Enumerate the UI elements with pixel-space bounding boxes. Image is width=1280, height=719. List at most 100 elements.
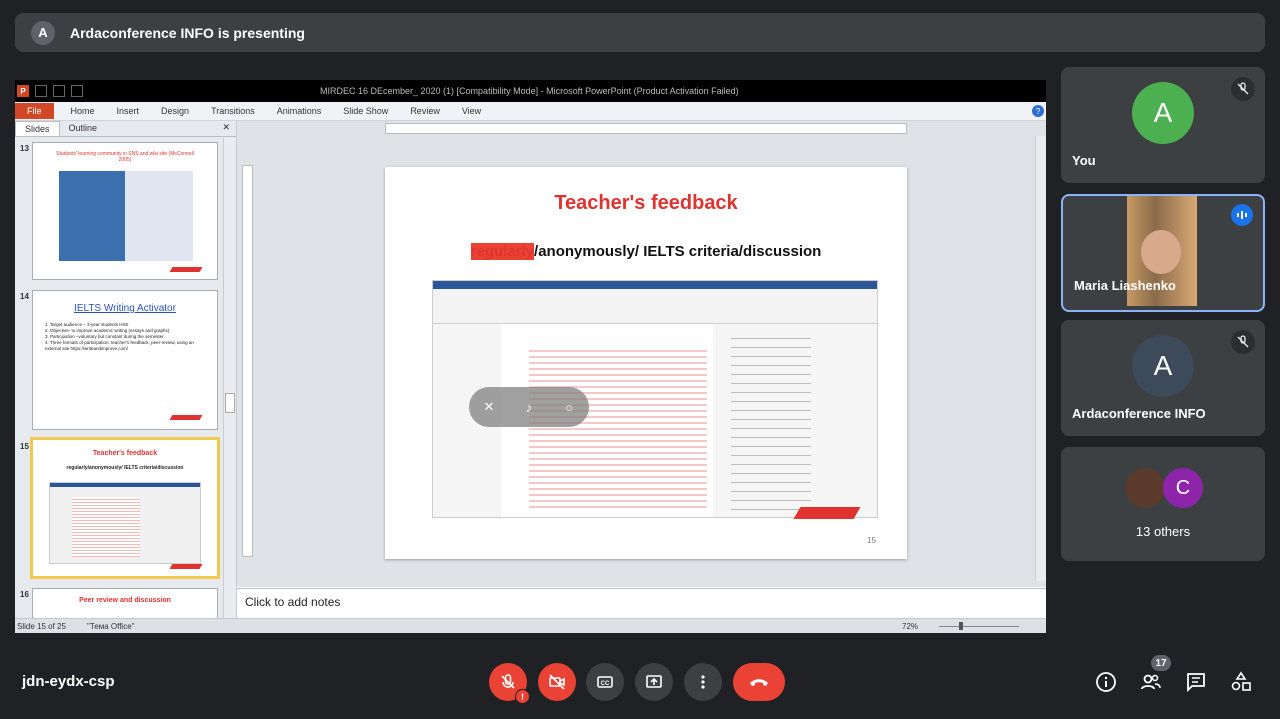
mute-icon: ♪ (525, 399, 533, 415)
vertical-ruler (242, 165, 253, 557)
menu-insert: Insert (116, 106, 140, 116)
mic-off-icon (1231, 77, 1255, 101)
thumb-number: 14 (20, 292, 29, 301)
thumb-title: Students' learning community in SNS and … (56, 151, 194, 163)
undo-icon (53, 85, 65, 97)
close-panel-icon: ✕ (222, 122, 230, 132)
zoom-slider-knob (959, 622, 963, 630)
thumb-logo-shape (169, 267, 203, 272)
participant-tile-you[interactable]: A You (1061, 67, 1265, 183)
logo-shape (793, 507, 861, 519)
document-comments (721, 324, 821, 517)
thumb-title: IELTS Writing Activator (74, 303, 176, 314)
meeting-details-button[interactable] (1094, 670, 1118, 694)
ppt-window-title: MIRDEC 16 DEcember_ 2020 (1) [Compatibil… (320, 86, 739, 96)
menu-transitions: Transitions (211, 106, 255, 116)
presenting-banner: A Ardaconference INFO is presenting (15, 13, 1265, 52)
slide-thumbnail: IELTS Writing Activator 1. Target audien… (32, 290, 218, 430)
slide-thumbnail: Students' learning community in SNS and … (32, 142, 218, 280)
ppt-statusbar: Slide 15 of 25 "Тема Office" 72% (15, 618, 1046, 633)
participant-tile-speaking[interactable]: Maria Liashenko (1061, 194, 1265, 312)
others-label: 13 others (1135, 524, 1191, 539)
menu-view: View (461, 106, 482, 116)
presenting-text: Ardaconference INFO is presenting (70, 24, 305, 41)
mic-toggle-button[interactable]: ! (489, 663, 530, 704)
thumb-subtitle: regularly/anonymously/ IELTS criteria/di… (66, 465, 184, 471)
slides-panel: Slides Outline ✕ 13 Students' learning c… (15, 121, 237, 618)
zoom-level: 72% (902, 622, 919, 631)
panel-scrollbar (223, 138, 235, 618)
shared-screen: P MIRDEC 16 DEcember_ 2020 (1) [Compatib… (15, 80, 1046, 633)
current-slide: Teacher's feedback regularly/anonymously… (385, 167, 907, 559)
subtitle-rest: /anonymously/ IELTS criteria/discussion (534, 243, 822, 260)
participant-avatar: A (1132, 82, 1194, 144)
slide-subtitle: regularly/anonymously/ IELTS criteria/di… (385, 243, 907, 260)
meeting-controls: jdn-eydx-csp ! CC 17 (0, 650, 1280, 719)
notes-pane: Click to add notes (237, 588, 1046, 617)
thumb-bullets: 1. Target audience – 3-year students HSE… (33, 314, 217, 352)
slide-title: Teacher's feedback (554, 192, 738, 214)
slide-thumbnail-selected: Teacher's feedback regularly/anonymously… (30, 437, 220, 579)
zoom-slider (939, 626, 1019, 627)
captions-button[interactable]: CC (586, 663, 624, 701)
mic-off-icon (1231, 330, 1255, 354)
leave-call-button[interactable] (733, 663, 785, 701)
mic-warning-icon: ! (515, 689, 530, 704)
menu-home: Home (70, 106, 95, 116)
thumb-table (59, 171, 125, 261)
participant-name: You (1072, 153, 1096, 168)
participant-avatar: A (1132, 335, 1194, 397)
thumb-title: Teacher's feedback (92, 450, 158, 457)
menu-review: Review (410, 106, 440, 116)
horizontal-ruler (385, 123, 907, 134)
menu-animations: Animations (276, 106, 322, 116)
participant-tile-presenter[interactable]: A Ardaconference INFO (1061, 320, 1265, 436)
notes-placeholder: Click to add notes (245, 595, 341, 609)
thumb-number: 16 (20, 590, 29, 599)
more-icon: ○ (565, 399, 573, 415)
participant-name: Ardaconference INFO (1072, 406, 1206, 421)
thumb-title: Peer review and discussion (79, 597, 171, 604)
help-icon: ? (1032, 105, 1044, 117)
presenter-controls-overlay: ✕ ♪ ○ (469, 387, 589, 427)
others-avatar-photo (1125, 468, 1165, 508)
subtitle-highlight: regularly (470, 243, 535, 260)
camera-toggle-button[interactable] (538, 663, 576, 701)
slide-editor: Teacher's feedback regularly/anonymously… (237, 121, 1046, 587)
thumb-number: 15 (20, 442, 29, 451)
thumb-table-col (125, 171, 193, 261)
slide-thumbnail: Peer review and discussion (32, 588, 218, 618)
tab-slides: Slides (15, 121, 60, 136)
thumb-bullet: 4. Three formats of participation: teach… (45, 340, 194, 351)
participant-count-badge: 17 (1151, 655, 1171, 671)
participant-tile-others[interactable]: C 13 others (1061, 447, 1265, 561)
thumb-screenshot (49, 482, 201, 564)
speaking-indicator-icon (1231, 204, 1253, 226)
present-screen-button[interactable] (635, 663, 673, 701)
svg-text:CC: CC (601, 681, 610, 687)
chat-button[interactable] (1184, 670, 1208, 694)
powerpoint-logo-icon: P (17, 85, 29, 97)
theme-name: "Тема Office" (87, 622, 135, 631)
menu-slide-show: Slide Show (343, 106, 389, 116)
word-document-screenshot: ✕ ♪ ○ (432, 280, 878, 518)
ppt-titlebar: P MIRDEC 16 DEcember_ 2020 (1) [Compatib… (15, 80, 1046, 102)
activities-button[interactable] (1229, 670, 1253, 694)
thumb-logo-shape (169, 415, 203, 420)
more-options-button[interactable] (684, 663, 722, 701)
redo-icon (71, 85, 83, 97)
meeting-code: jdn-eydx-csp (22, 673, 115, 690)
slide-number: 15 (867, 536, 876, 545)
slide-position: Slide 15 of 25 (17, 622, 66, 631)
others-avatar: C (1163, 468, 1203, 508)
pin-off-icon: ✕ (483, 399, 495, 414)
menu-file: File (15, 103, 54, 119)
editor-scrollbar (1035, 136, 1046, 581)
menu-design: Design (161, 106, 190, 116)
thumb-logo-shape (169, 564, 203, 569)
presenter-avatar: A (31, 20, 55, 45)
thumb-number: 13 (20, 144, 29, 153)
participants-button[interactable] (1139, 670, 1163, 694)
participant-name: Maria Liashenko (1074, 278, 1176, 293)
panel-tabs: Slides Outline ✕ (15, 121, 236, 137)
